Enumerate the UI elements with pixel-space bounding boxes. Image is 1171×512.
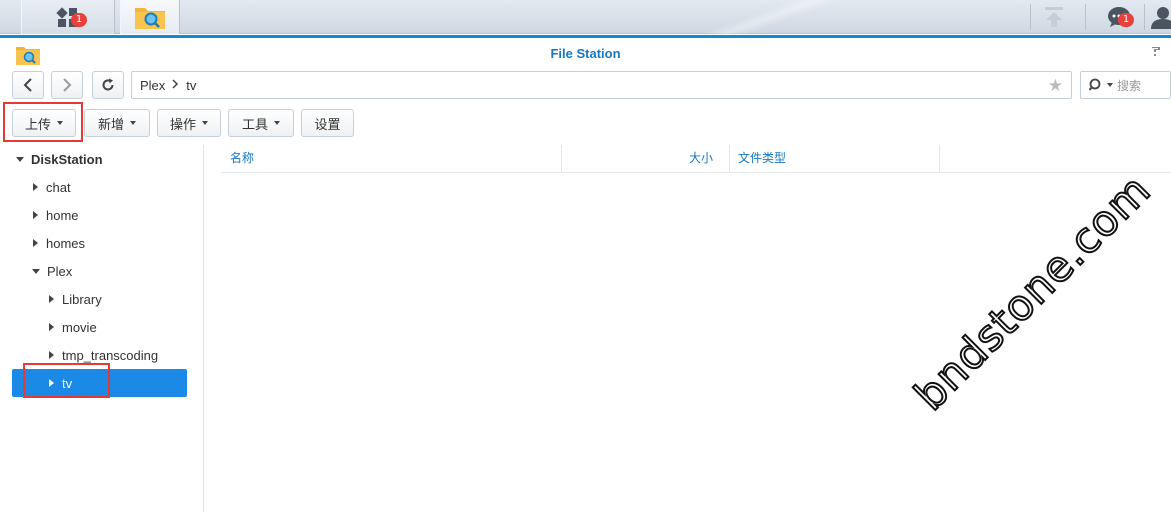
path-bar[interactable]: Plex tv ★ xyxy=(131,71,1072,99)
back-button[interactable] xyxy=(12,71,44,99)
settings-button-label: 设置 xyxy=(314,117,341,133)
column-label: 大小 xyxy=(688,151,713,165)
upload-queue-button[interactable] xyxy=(1036,0,1072,34)
navigation-row: Plex tv ★ 搜索 xyxy=(0,71,1171,101)
forward-button[interactable] xyxy=(51,71,83,99)
favorite-star-icon[interactable]: ★ xyxy=(1048,76,1063,96)
create-button-label: 新增 xyxy=(97,117,124,133)
column-header-type[interactable]: 文件类型 xyxy=(730,145,940,172)
upload-arrow-icon xyxy=(1045,7,1063,27)
collapsed-arrow-icon[interactable] xyxy=(49,351,54,359)
folder-tree: DiskStation chat home homes Plex Library… xyxy=(0,145,204,512)
tools-button[interactable]: 工具 xyxy=(228,109,294,137)
tree-item-label: tmp_transcoding xyxy=(62,347,159,363)
taskbar-decoration xyxy=(571,0,971,34)
file-list-header: 名称 大小 文件类型 xyxy=(221,145,1171,173)
tree-item-label: home xyxy=(46,207,79,223)
column-header-size[interactable]: 大小 xyxy=(562,145,730,172)
expanded-arrow-icon[interactable] xyxy=(16,156,24,162)
dropdown-caret-icon xyxy=(274,121,280,125)
main-menu-button[interactable]: 1 xyxy=(21,0,115,34)
main-menu-badge: 1 xyxy=(71,13,87,27)
refresh-button[interactable] xyxy=(92,71,124,99)
taskbar-separator xyxy=(1144,4,1145,30)
chevron-left-icon xyxy=(23,78,32,92)
column-label: 文件类型 xyxy=(738,151,787,165)
tree-item-plex[interactable]: Plex xyxy=(32,257,72,285)
notifications-button[interactable]: 1 xyxy=(1100,0,1140,34)
breadcrumb-segment[interactable]: Plex xyxy=(140,78,165,93)
tree-item-movie[interactable]: movie xyxy=(49,313,97,341)
window-titlebar[interactable]: File Station xyxy=(0,38,1171,69)
collapsed-arrow-icon[interactable] xyxy=(33,183,38,191)
tree-item-label: DiskStation xyxy=(31,151,103,167)
column-label: 名称 xyxy=(230,151,255,165)
tv-highlight-box xyxy=(23,363,110,398)
collapsed-arrow-icon[interactable] xyxy=(33,239,38,247)
tree-item-label: Plex xyxy=(47,263,73,279)
collapsed-arrow-icon[interactable] xyxy=(33,211,38,219)
tree-item-label: Library xyxy=(62,291,102,307)
tree-item-chat[interactable]: chat xyxy=(33,173,71,201)
dropdown-caret-icon xyxy=(202,121,208,125)
user-icon xyxy=(1150,7,1171,29)
tools-button-label: 工具 xyxy=(241,117,268,133)
user-menu-button[interactable] xyxy=(1148,0,1171,34)
create-button[interactable]: 新增 xyxy=(84,109,150,137)
tree-item-homes[interactable]: homes xyxy=(33,229,85,257)
tree-item-label: chat xyxy=(46,179,71,195)
action-button-label: 操作 xyxy=(169,117,196,133)
expanded-arrow-icon[interactable] xyxy=(32,268,40,274)
upload-highlight-box xyxy=(3,102,83,142)
folder-search-icon xyxy=(135,8,165,29)
action-button[interactable]: 操作 xyxy=(157,109,221,137)
taskbar: 1 1 xyxy=(0,0,1171,34)
tree-item-library[interactable]: Library xyxy=(49,285,102,313)
breadcrumb-segment[interactable]: tv xyxy=(186,78,196,93)
search-field[interactable]: 搜索 xyxy=(1080,71,1171,99)
dropdown-caret-icon xyxy=(130,121,136,125)
file-station-window: File Station Plex tv ★ 搜索 上传 新增 操作 工具 设置… xyxy=(0,35,1171,512)
action-toolbar: 上传 新增 操作 工具 设置 xyxy=(0,109,1171,139)
taskbar-separator xyxy=(1085,4,1086,30)
file-list-body[interactable] xyxy=(221,173,1171,512)
tree-item-label: homes xyxy=(46,235,86,251)
tree-root-diskstation[interactable]: DiskStation xyxy=(16,145,103,173)
settings-button[interactable]: 设置 xyxy=(301,109,354,137)
breadcrumb-separator-icon xyxy=(172,78,179,92)
search-options-caret-icon[interactable] xyxy=(1107,83,1113,87)
collapsed-arrow-icon[interactable] xyxy=(49,295,54,303)
column-header-name[interactable]: 名称 xyxy=(221,145,562,172)
window-title: File Station xyxy=(550,46,621,61)
taskbar-file-station-button[interactable] xyxy=(120,0,180,34)
notification-badge: 1 xyxy=(1118,13,1134,27)
chevron-right-icon xyxy=(63,78,72,92)
refresh-icon xyxy=(102,78,114,91)
collapsed-arrow-icon[interactable] xyxy=(49,323,54,331)
search-icon xyxy=(1089,78,1101,91)
help-icon[interactable] xyxy=(1151,46,1161,61)
tree-item-label: movie xyxy=(62,319,97,335)
tree-item-home[interactable]: home xyxy=(33,201,79,229)
taskbar-separator xyxy=(1030,4,1031,30)
search-placeholder: 搜索 xyxy=(1117,78,1142,93)
